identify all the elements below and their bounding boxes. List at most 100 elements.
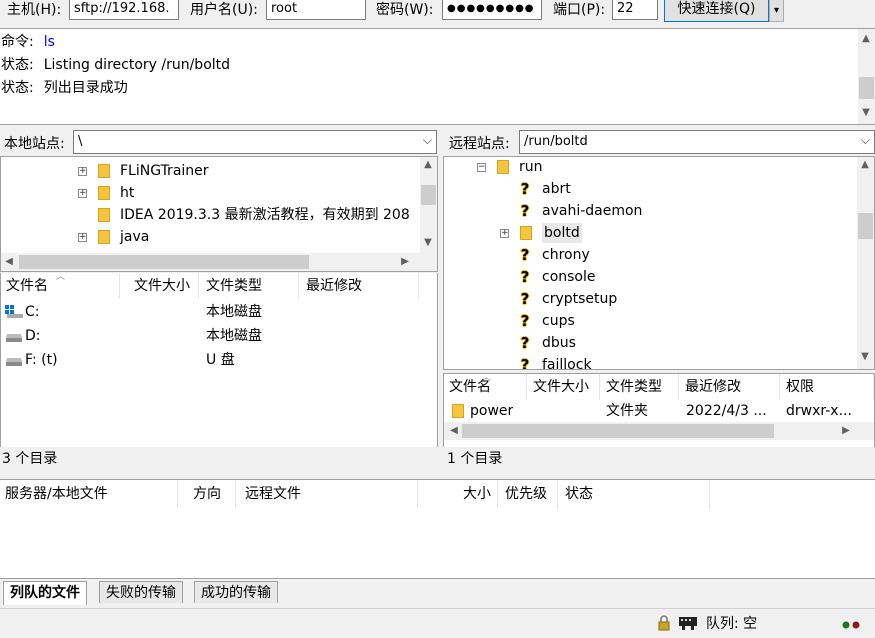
column-header-local-file[interactable]: 服务器/本地文件 [0, 480, 178, 508]
scroll-up-icon[interactable]: ▲ [857, 157, 873, 173]
local-file-list: 文件名 文件大小 文件类型 最近修改 ︿ C: 本地磁盘 D: 本地磁盘 F: (t) U… [0, 272, 438, 447]
remote-list-hscroll[interactable]: ◀ ▶ [444, 422, 874, 440]
tree-item[interactable]: ? chrony [444, 245, 854, 267]
column-header-filetype[interactable]: 文件类型 [601, 374, 679, 400]
sort-ascending-icon: ︿ [482, 373, 492, 383]
file-type: 文件夹 [606, 403, 648, 419]
file-name: C: [25, 304, 40, 320]
table-row[interactable]: D: 本地磁盘 [1, 325, 437, 347]
scroll-right-icon[interactable]: ▶ [838, 423, 854, 439]
local-path-value: \ [78, 134, 83, 149]
tree-item[interactable]: ? avahi-daemon [444, 201, 854, 223]
username-input[interactable]: root [266, 0, 366, 20]
log-scrollbar[interactable]: ▲ ▼ [858, 29, 875, 124]
expand-icon[interactable]: + [78, 189, 87, 198]
quickconnect-dropdown-button[interactable]: ▾ [769, 0, 784, 22]
sort-ascending-icon: ︿ [56, 272, 66, 282]
tree-item-label: avahi-daemon [542, 203, 643, 219]
drive-icon [5, 353, 23, 367]
scroll-left-icon[interactable]: ◀ [446, 423, 462, 439]
table-row[interactable]: C: 本地磁盘 [1, 301, 437, 323]
column-header-modified[interactable]: 最近修改 [680, 374, 780, 400]
tree-item[interactable]: − run [444, 157, 854, 179]
tree-item[interactable]: ? dbus [444, 333, 854, 355]
expand-icon[interactable]: + [78, 167, 87, 176]
tree-item[interactable]: ? console [444, 267, 854, 289]
scroll-down-icon[interactable]: ▼ [858, 105, 874, 121]
tree-item[interactable]: ? faillock [444, 355, 854, 370]
local-tree-vthumb[interactable] [421, 185, 436, 205]
tree-item[interactable]: IDEA 2019.3.3 最新激活教程，有效期到 208 [1, 205, 421, 227]
tree-item[interactable]: + ht [1, 183, 421, 205]
tree-item[interactable]: + java [1, 227, 421, 249]
tab-successful-transfers[interactable]: 成功的传输 [194, 581, 278, 603]
remote-file-list: 文件名 文件大小 文件类型 最近修改 权限 ︿ power 文件夹 2022/4/3… [443, 373, 875, 447]
tree-item-label: dbus [542, 335, 576, 351]
column-header-remote-file[interactable]: 远程文件 [240, 480, 418, 508]
tree-item[interactable]: ? abrt [444, 179, 854, 201]
column-header-permissions[interactable]: 权限 [781, 374, 874, 400]
file-modified: 2022/4/3 ... [686, 403, 767, 419]
scroll-left-icon[interactable]: ◀ [1, 254, 17, 270]
column-header-filesize[interactable]: 文件大小 [129, 273, 199, 299]
tab-queued-files[interactable]: 列队的文件 [3, 581, 87, 605]
tree-item[interactable]: ? cryptsetup [444, 289, 854, 311]
column-header-direction[interactable]: 方向 [188, 480, 236, 508]
column-header-size[interactable]: 大小 [420, 480, 498, 508]
log-line-text: 列出目录成功 [43, 80, 128, 96]
local-path-combobox[interactable]: \ ⌵ [73, 130, 437, 154]
tree-item[interactable]: ? cups [444, 311, 854, 333]
transfer-queue: 服务器/本地文件 方向 远程文件 大小 优先级 状态 [0, 479, 875, 579]
quickconnect-button[interactable]: 快速连接(Q) [664, 0, 769, 22]
remote-tree-vthumb[interactable] [858, 213, 873, 239]
column-header-filetype[interactable]: 文件类型 [201, 273, 299, 299]
column-header-priority[interactable]: 优先级 [500, 480, 558, 508]
expand-icon[interactable]: + [500, 229, 509, 238]
queue-status-text: 队列: 空 [706, 616, 758, 632]
scroll-up-icon[interactable]: ▲ [858, 31, 874, 47]
port-input[interactable]: 22 [612, 0, 658, 20]
transfer-indicator-icon [842, 619, 870, 629]
host-label: 主机(H): [7, 2, 62, 18]
scroll-right-icon[interactable]: ▶ [397, 254, 413, 270]
column-header-status[interactable]: 状态 [560, 480, 710, 508]
column-header-modified[interactable]: 最近修改 [301, 273, 419, 299]
expand-icon[interactable]: + [78, 233, 87, 242]
tree-item[interactable]: + boltd [444, 223, 854, 245]
tree-item-label: chrony [542, 247, 590, 263]
table-row[interactable]: power 文件夹 2022/4/3 ... drwxr-x... [444, 400, 874, 422]
local-tree-hscroll[interactable]: ◀ ▶ [1, 253, 437, 271]
tree-item-label: run [519, 159, 543, 175]
unknown-item-icon: ? [520, 246, 530, 264]
windows-drive-icon [5, 305, 23, 319]
tree-item-label: cups [542, 313, 575, 329]
local-status: 3 个目录 [2, 451, 58, 467]
log-line-text: ls [43, 34, 55, 50]
remote-list-hthumb[interactable] [462, 424, 774, 438]
tab-failed-transfers[interactable]: 失败的传输 [99, 581, 183, 603]
scroll-up-icon[interactable]: ▲ [420, 157, 436, 173]
folder-icon [452, 404, 464, 418]
drive-icon [5, 329, 23, 343]
tree-item[interactable]: + FLiNGTrainer [1, 161, 421, 183]
remote-path-combobox[interactable]: /run/boltd ⌵ [519, 130, 875, 154]
password-input[interactable]: ●●●●●●●●● [442, 0, 542, 20]
local-tree-hthumb[interactable] [19, 255, 309, 269]
user-label: 用户名(U): [190, 2, 258, 18]
tree-item-label: boltd [542, 223, 582, 243]
folder-icon [98, 164, 110, 178]
scroll-down-icon[interactable]: ▼ [420, 235, 436, 251]
scroll-down-icon[interactable]: ▼ [857, 349, 873, 365]
collapse-icon[interactable]: − [477, 163, 486, 172]
unknown-item-icon: ? [520, 356, 530, 370]
host-input[interactable]: sftp://192.168. [69, 0, 179, 20]
log-scroll-thumb[interactable] [859, 77, 874, 99]
column-header-filesize[interactable]: 文件大小 [528, 374, 600, 400]
local-directory-tree: + FLiNGTrainer + ht IDEA 2019.3.3 最新激活教程，有效期… [0, 156, 438, 272]
file-type: 本地磁盘 [206, 304, 262, 320]
table-row[interactable]: F: (t) U 盘 [1, 349, 437, 371]
file-name: power [470, 403, 514, 419]
local-tree-vscroll[interactable]: ▲ ▼ [420, 157, 437, 253]
remote-tree-vscroll[interactable]: ▲ ▼ [857, 157, 874, 369]
quickconnect-bar: 主机(H): sftp://192.168. 用户名(U): root 密码(W… [0, 0, 875, 26]
